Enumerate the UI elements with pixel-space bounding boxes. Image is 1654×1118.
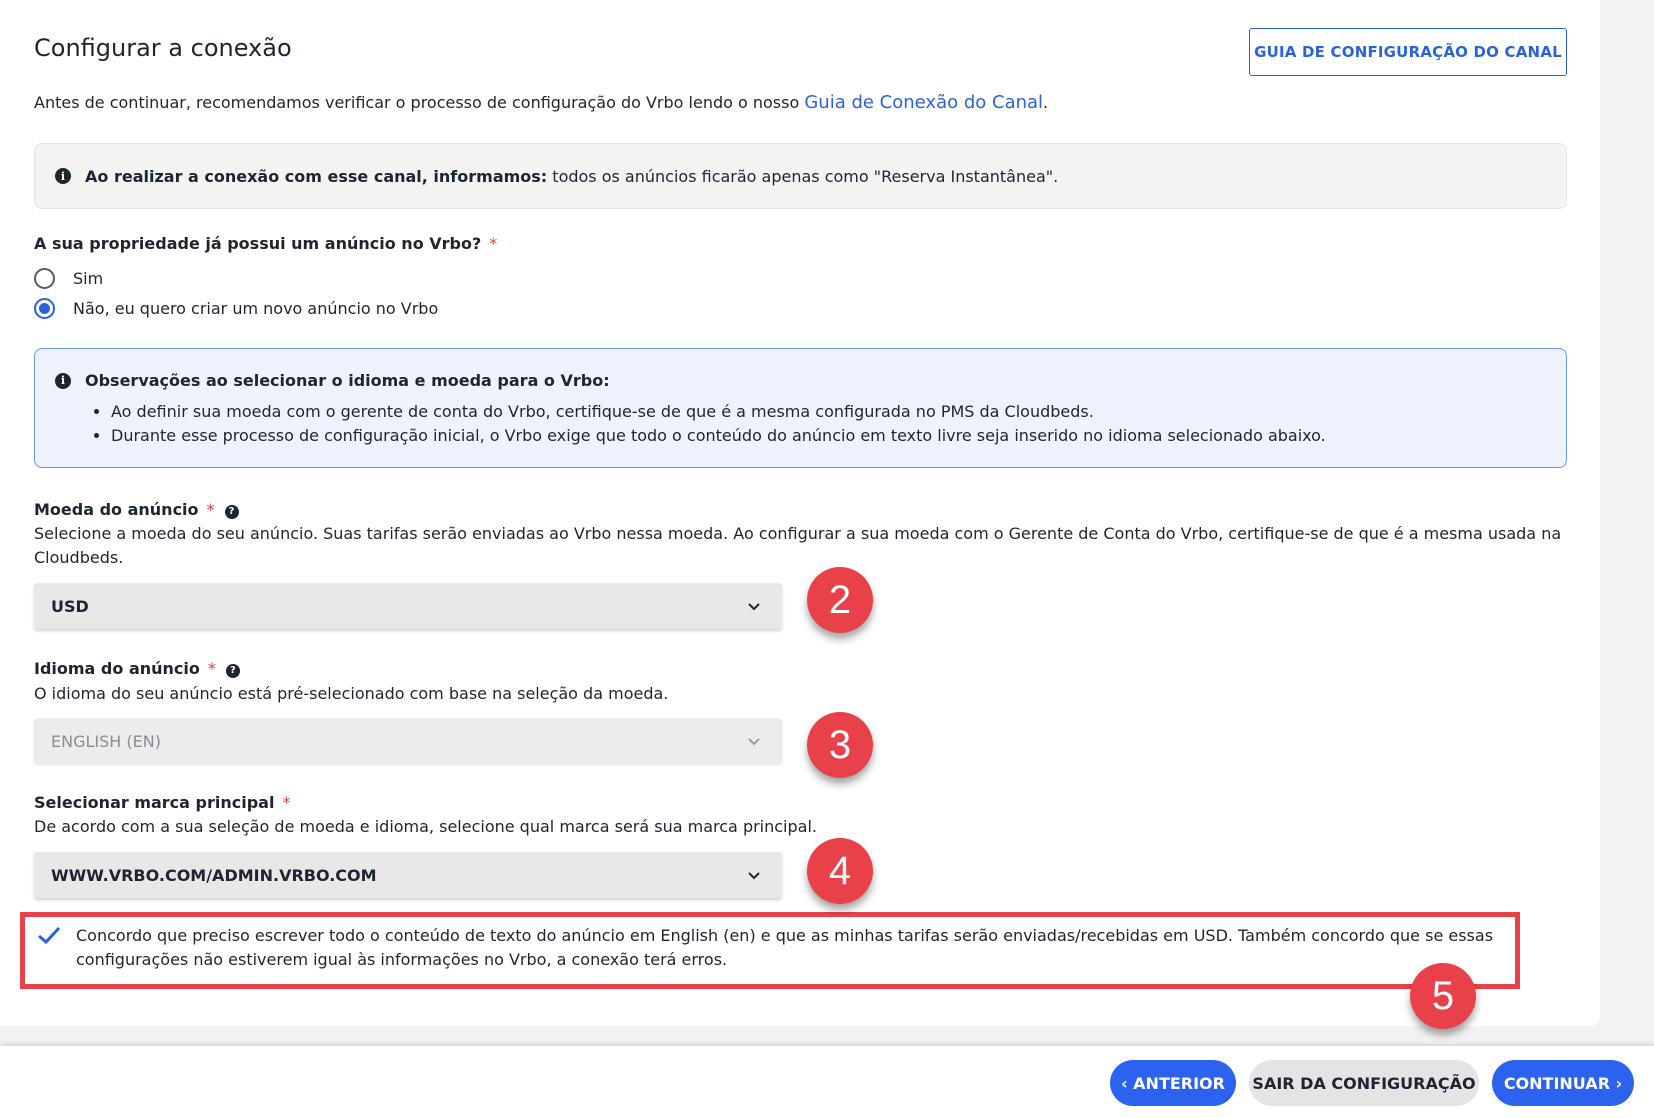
page-title: Configurar a conexão [34,34,292,62]
language-select: ENGLISH (EN) [34,718,782,764]
language-description: O idioma do seu anúncio está pré-selecio… [34,684,669,703]
exit-setup-button[interactable]: SAIR DA CONFIGURAÇÃO [1249,1060,1479,1106]
required-marker: * [489,234,498,253]
radio-option-yes[interactable]: Sim [34,268,103,289]
required-marker: * [206,500,215,519]
intro-end: . [1043,93,1049,112]
info-icon: i [55,168,71,184]
radio-selected-dot [39,303,50,314]
notice-bold: Ao realizar a conexão com esse canal, in… [85,166,548,186]
radio-button-yes[interactable] [34,268,55,289]
intro-body: Antes de continuar, recomendamos verific… [34,93,805,112]
agreement-text: Concordo que preciso escrever todo o con… [76,926,1494,969]
required-marker: * [282,793,291,812]
observation-item: Durante esse processo de configuração in… [111,424,1546,448]
brand-description: De acordo com a sua seleção de moeda e i… [34,817,817,836]
listing-question-text: A sua propriedade já possui um anúncio n… [34,234,482,253]
checkmark-icon[interactable] [36,924,62,946]
help-icon[interactable]: ? [225,663,240,678]
info-icon: i [55,372,71,389]
instant-booking-notice: i Ao realizar a conexão com esse canal, … [34,143,1567,209]
language-value: ENGLISH (EN) [51,731,161,751]
agreement-checkbox-row[interactable]: Concordo que preciso escrever todo o con… [36,924,1506,972]
observation-item: Ao definir sua moeda com o gerente de co… [111,400,1546,424]
brand-select[interactable]: WWW.VRBO.COM/ADMIN.VRBO.COM [34,852,782,898]
radio-option-no[interactable]: Não, eu quero criar um novo anúncio no V… [34,298,438,319]
step-badge-5: 5 [1410,963,1476,1029]
radio-label-no: Não, eu quero criar um novo anúncio no V… [73,299,439,318]
required-marker: * [207,659,216,678]
radio-button-no[interactable] [34,298,55,319]
observations-panel: i Observações ao selecionar o idioma e m… [34,348,1567,468]
observations-title: Observações ao selecionar o idioma e moe… [85,371,610,390]
brand-label: Selecionar marca principal * [34,793,290,812]
language-label-text: Idioma do anúncio [34,659,200,678]
currency-label: Moeda do anúncio *? [34,500,239,519]
currency-label-text: Moeda do anúncio [34,500,199,519]
radio-label-yes: Sim [73,269,104,288]
currency-description: Selecione a moeda do seu anúncio. Suas t… [34,524,1562,567]
setup-card: Configurar a conexão GUIA DE CONFIGURAÇÃ… [0,0,1600,1026]
step-badge-2: 2 [807,567,873,633]
channel-guide-button[interactable]: GUIA DE CONFIGURAÇÃO DO CANAL [1249,28,1567,76]
intro-text: Antes de continuar, recomendamos verific… [34,92,1048,113]
language-label: Idioma do anúncio *? [34,659,240,678]
currency-value: USD [51,596,89,616]
listing-question-label: A sua propriedade já possui um anúncio n… [34,234,497,253]
currency-select[interactable]: USD [34,583,782,629]
help-icon[interactable]: ? [224,504,239,519]
brand-label-text: Selecionar marca principal [34,793,275,812]
chevron-down-icon [748,738,760,746]
chevron-down-icon [748,872,760,880]
brand-value: WWW.VRBO.COM/ADMIN.VRBO.COM [51,865,377,885]
back-button[interactable]: ‹ ANTERIOR [1110,1060,1236,1106]
step-badge-3: 3 [807,712,873,778]
step-badge-4: 4 [807,838,873,904]
continue-button[interactable]: CONTINUAR › [1492,1060,1634,1106]
channel-guide-link[interactable]: Guia de Conexão do Canal [804,92,1043,113]
notice-text: todos os anúncios ficarão apenas como "R… [547,166,1059,186]
chevron-down-icon [748,603,760,611]
